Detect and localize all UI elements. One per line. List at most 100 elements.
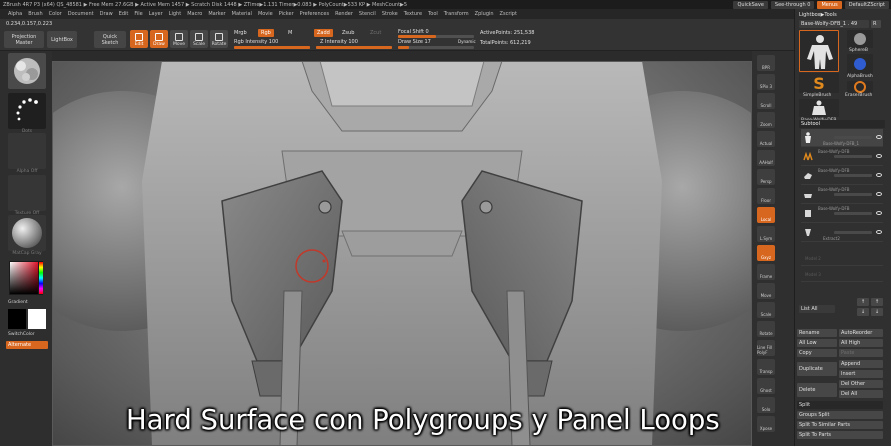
tool-zoom[interactable]: Zoom	[757, 112, 775, 128]
subtool-header[interactable]: Subtool	[799, 120, 885, 128]
tool-r-button[interactable]: R	[871, 20, 881, 28]
del-all-button[interactable]: Del All	[839, 390, 883, 398]
menu-item-file[interactable]: File	[134, 11, 142, 17]
mrgb-toggle[interactable]: Mrgb	[234, 30, 247, 36]
tool-local[interactable]: Local	[757, 207, 775, 223]
tool-tile-main[interactable]	[799, 30, 839, 72]
tool-tile-simplebrush[interactable]: S	[799, 73, 839, 93]
viewport-canvas[interactable]	[52, 61, 752, 446]
subtool-row[interactable]: Base-Wolfy-DFB	[801, 205, 883, 223]
edit-mode-button[interactable]: Edit	[130, 30, 148, 48]
tool-tile-basewolfy[interactable]	[799, 99, 839, 117]
arrow-down-icon[interactable]: ↓	[871, 308, 883, 316]
menu-item-layer[interactable]: Layer	[149, 11, 163, 17]
menu-item-material[interactable]: Material	[232, 11, 252, 17]
see-through-slider[interactable]: See-through 0	[770, 0, 815, 9]
main-color-swatch[interactable]	[8, 309, 26, 329]
tool-rotate[interactable]: Rotate	[757, 321, 775, 337]
tool-xpose[interactable]: Xpose	[757, 416, 775, 432]
eye-icon[interactable]	[876, 230, 882, 234]
brush-thumbnail[interactable]	[8, 53, 46, 89]
subtool-toggles[interactable]	[834, 212, 872, 215]
eye-icon[interactable]	[876, 135, 882, 139]
gradient-label[interactable]: Gradient	[8, 300, 46, 305]
subtool-row[interactable]: Base-Wolfy-DFB	[801, 186, 883, 204]
tool-floor[interactable]: Floor	[757, 188, 775, 204]
subtool-row[interactable]: Base-Wolfy-DFB	[801, 167, 883, 185]
arrow-up-icon[interactable]: ↑	[871, 298, 883, 306]
menu-item-transform[interactable]: Transform	[444, 11, 469, 17]
stroke-thumbnail[interactable]	[8, 93, 46, 129]
auto-reorder-button[interactable]: AutoReorder	[839, 329, 883, 337]
delete-button[interactable]: Delete	[797, 383, 837, 397]
subtool-row[interactable]: Base-Wolfy-DFB_1	[801, 129, 883, 147]
eye-icon[interactable]	[876, 173, 882, 177]
arrow-up-icon[interactable]: ↑	[857, 298, 869, 306]
switch-color-button[interactable]: SwitchColor	[8, 332, 46, 337]
menu-item-alpha[interactable]: Alpha	[8, 11, 22, 17]
default-zscript-button[interactable]: DefaultZScript	[844, 0, 889, 9]
secondary-color-swatch[interactable]	[28, 309, 46, 329]
groups-split-button[interactable]: Groups Split	[797, 411, 883, 419]
subtool-row-empty[interactable]: Model 3	[801, 268, 883, 282]
menu-item-edit[interactable]: Edit	[119, 11, 129, 17]
zadd-toggle[interactable]: Zadd	[314, 29, 333, 37]
rotate-mode-button[interactable]: Rotate	[210, 30, 228, 48]
scale-mode-button[interactable]: Scale	[190, 30, 208, 48]
tool-gxyz[interactable]: Gxyz	[757, 245, 775, 261]
subtool-row[interactable]: Extract2	[801, 224, 883, 242]
subtool-row[interactable]: Base-Wolfy-DFB	[801, 148, 883, 166]
tool-scroll[interactable]: Scroll	[757, 93, 775, 109]
menu-item-document[interactable]: Document	[68, 11, 94, 17]
subtool-toggles[interactable]	[834, 174, 872, 177]
subtool-toggles[interactable]	[834, 193, 872, 196]
tool-solo[interactable]: Solo	[757, 397, 775, 413]
subtool-toggles[interactable]	[834, 155, 872, 158]
duplicate-button[interactable]: Duplicate	[797, 362, 837, 376]
split-to-parts-button[interactable]: Split To Parts	[797, 431, 883, 439]
menu-item-stroke[interactable]: Stroke	[382, 11, 398, 17]
arrow-down-icon[interactable]: ↓	[857, 308, 869, 316]
menu-item-movie[interactable]: Movie	[258, 11, 273, 17]
tool-scale[interactable]: Scale	[757, 302, 775, 318]
menu-item-zplugin[interactable]: Zplugin	[475, 11, 494, 17]
menu-item-stencil[interactable]: Stencil	[359, 11, 376, 17]
menu-item-light[interactable]: Light	[169, 11, 181, 17]
subtool-toggles[interactable]	[834, 231, 872, 234]
alpha-thumbnail[interactable]	[8, 133, 46, 169]
menu-item-zscript[interactable]: Zscript	[500, 11, 517, 17]
menu-item-marker[interactable]: Marker	[208, 11, 225, 17]
menu-item-draw[interactable]: Draw	[100, 11, 113, 17]
subtool-row-empty[interactable]: Model 2	[801, 252, 883, 266]
subtool-toggles[interactable]	[834, 136, 872, 139]
all-high-button[interactable]: All High	[839, 339, 883, 347]
tool-actual[interactable]: Actual	[757, 131, 775, 147]
move-mode-button[interactable]: Move	[170, 30, 188, 48]
tool-frame[interactable]: Frame	[757, 264, 775, 280]
menu-item-picker[interactable]: Picker	[279, 11, 294, 17]
alternate-button[interactable]: Alternate	[6, 341, 48, 349]
m-toggle[interactable]: M	[288, 30, 292, 36]
zsub-toggle[interactable]: Zsub	[342, 30, 354, 36]
quick-sketch-button[interactable]: Quick Sketch	[94, 31, 126, 48]
split-header[interactable]: Split	[797, 401, 883, 409]
draw-mode-button[interactable]: Draw	[150, 30, 168, 48]
menu-item-render[interactable]: Render	[335, 11, 353, 17]
menu-item-macro[interactable]: Macro	[187, 11, 202, 17]
menu-item-texture[interactable]: Texture	[404, 11, 422, 17]
tool-spix-3[interactable]: SPix 3	[757, 74, 775, 90]
paste-button[interactable]: Paste	[839, 349, 883, 357]
lightbox-tools-title[interactable]: Lightbox▶Tools	[799, 12, 837, 18]
tool-tile-eraserbrush[interactable]	[847, 81, 873, 93]
material-thumbnail[interactable]	[8, 215, 46, 251]
tool-move[interactable]: Move	[757, 283, 775, 299]
tool-tile-sphere[interactable]	[847, 30, 873, 48]
eye-icon[interactable]	[876, 192, 882, 196]
list-all-button[interactable]: List All	[799, 305, 835, 313]
copy-button[interactable]: Copy	[797, 349, 837, 357]
all-low-button[interactable]: All Low	[797, 339, 837, 347]
menu-item-tool[interactable]: Tool	[428, 11, 438, 17]
del-other-button[interactable]: Del Other	[839, 380, 883, 388]
z-intensity-slider[interactable]	[316, 46, 392, 49]
rgb-toggle[interactable]: Rgb	[258, 29, 274, 37]
